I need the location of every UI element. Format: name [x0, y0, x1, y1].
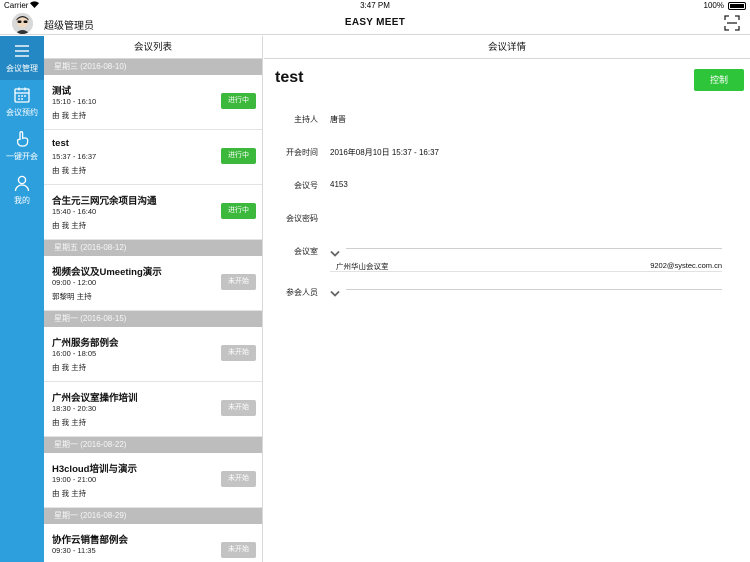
meeting-detail-title: test [275, 69, 304, 86]
meeting-list-item[interactable]: 协作云销售部例会 09:30 - 11:35 未开始 [44, 524, 262, 562]
sidebar-item-meeting-management[interactable]: 会议管理 [0, 36, 44, 80]
meeting-host: 郭黎明 主持 [52, 292, 92, 301]
sidebar-item-label: 我的 [14, 196, 30, 205]
sidebar: 会议管理 会议预约 一键开会 我的 [0, 36, 44, 562]
meeting-room-label: 会议室 [294, 247, 318, 256]
meeting-title: H3cloud培训与演示 [52, 464, 137, 475]
control-button[interactable]: 控制 [694, 69, 744, 91]
clock: 3:47 PM [360, 1, 390, 10]
meeting-host: 由 我 主持 [52, 166, 87, 175]
meeting-number-label: 会议号 [294, 181, 318, 190]
meeting-detail-panel: 会议详情 test 控制 主持人 唐晋 开会时间 2016年08月10日 15:… [264, 36, 750, 562]
meeting-time: 15:10 - 16:10 [52, 97, 97, 106]
meeting-host: 由 我 主持 [52, 221, 87, 230]
meeting-host: 由 我 主持 [52, 111, 87, 120]
section-divider [346, 248, 722, 249]
meeting-list-item[interactable]: test 15:37 - 16:37 由 我 主持 进行中 [44, 130, 262, 185]
app-title: EASY MEET [344, 17, 406, 28]
list-icon [13, 42, 31, 60]
status-badge: 未开始 [221, 542, 256, 558]
date-header: 星期一 (2016-08-29) [44, 508, 262, 524]
sidebar-item-me[interactable]: 我的 [0, 168, 44, 212]
meeting-password-label: 会议密码 [286, 214, 318, 223]
meeting-title: 协作云销售部例会 [52, 535, 129, 546]
meeting-host: 由 我 主持 [52, 489, 87, 498]
meeting-list-panel: 会议列表 星期三 (2016-08-10) 测试 15:10 - 16:10 由… [44, 36, 263, 562]
meeting-time: 15:40 - 16:40 [52, 207, 97, 216]
status-badge: 未开始 [221, 274, 256, 290]
sidebar-item-quick-meeting[interactable]: 一键开会 [0, 124, 44, 168]
meeting-time: 09:00 - 12:00 [52, 278, 97, 287]
meeting-title: 合生元三网冗余项目沟通 [52, 196, 157, 207]
meeting-host: 由 我 主持 [52, 363, 87, 372]
meeting-list-item[interactable]: 广州服务部例会 16:00 - 18:05 由 我 主持 未开始 [44, 327, 262, 382]
host-value: 唐晋 [330, 115, 346, 124]
sidebar-item-meeting-booking[interactable]: 会议预约 [0, 80, 44, 124]
meeting-time-value: 2016年08月10日 15:37 - 16:37 [330, 148, 439, 157]
meeting-title: 广州服务部例会 [52, 338, 119, 349]
room-divider [330, 271, 722, 272]
person-icon [13, 174, 31, 192]
host-label: 主持人 [294, 115, 318, 124]
meeting-host: 由 我 主持 [52, 418, 87, 427]
status-badge: 进行中 [221, 148, 256, 164]
meeting-time-label: 开会时间 [286, 148, 318, 157]
status-badge: 进行中 [221, 203, 256, 219]
date-header: 星期一 (2016-08-22) [44, 437, 262, 453]
meeting-list-item[interactable]: H3cloud培训与演示 19:00 - 21:00 由 我 主持 未开始 [44, 453, 262, 508]
sidebar-item-label: 一键开会 [6, 152, 38, 161]
chevron-down-icon[interactable] [330, 285, 340, 297]
room-email: 9202@systec.com.cn [650, 261, 722, 270]
status-bar: Carrier 3:47 PM 100% [0, 0, 750, 12]
meeting-title: test [52, 138, 69, 149]
status-badge: 进行中 [221, 93, 256, 109]
meeting-list-item[interactable]: 合生元三网冗余项目沟通 15:40 - 16:40 由 我 主持 进行中 [44, 185, 262, 240]
meeting-time: 15:37 - 16:37 [52, 152, 97, 161]
sidebar-item-label: 会议管理 [6, 64, 38, 73]
meeting-title: 广州会议室操作培训 [52, 393, 138, 404]
status-badge: 未开始 [221, 345, 256, 361]
chevron-down-icon[interactable] [330, 245, 340, 257]
sidebar-item-label: 会议预约 [6, 108, 38, 117]
meeting-time: 18:30 - 20:30 [52, 404, 97, 413]
status-badge: 未开始 [221, 471, 256, 487]
section-divider [346, 289, 722, 290]
battery-icon [728, 2, 746, 10]
meeting-list-item[interactable]: 广州会议室操作培训 18:30 - 20:30 由 我 主持 未开始 [44, 382, 262, 437]
meeting-time: 16:00 - 18:05 [52, 349, 97, 358]
meeting-time: 19:00 - 21:00 [52, 475, 97, 484]
date-header: 星期五 (2016-08-12) [44, 240, 262, 256]
meeting-time: 09:30 - 11:35 [52, 546, 96, 555]
date-header: 星期一 (2016-08-15) [44, 311, 262, 327]
meeting-title: 视频会议及Umeeting演示 [52, 267, 162, 278]
meeting-list-item[interactable]: 视频会议及Umeeting演示 09:00 - 12:00 郭黎明 主持 未开始 [44, 256, 262, 311]
hand-tap-icon [13, 130, 31, 148]
scan-icon[interactable] [724, 15, 740, 31]
meeting-number-value: 4153 [330, 180, 348, 189]
participants-label: 参会人员 [286, 288, 318, 297]
calendar-icon [13, 86, 31, 104]
list-panel-title: 会议列表 [44, 36, 262, 59]
meeting-title: 测试 [52, 86, 72, 97]
battery-percent: 100% [703, 1, 724, 10]
detail-panel-title: 会议详情 [264, 36, 750, 59]
status-badge: 未开始 [221, 400, 256, 416]
meeting-list-item[interactable]: 测试 15:10 - 16:10 由 我 主持 进行中 [44, 75, 262, 130]
top-nav-bar: 超级管理员 EASY MEET [0, 12, 750, 35]
date-header: 星期三 (2016-08-10) [44, 59, 262, 75]
